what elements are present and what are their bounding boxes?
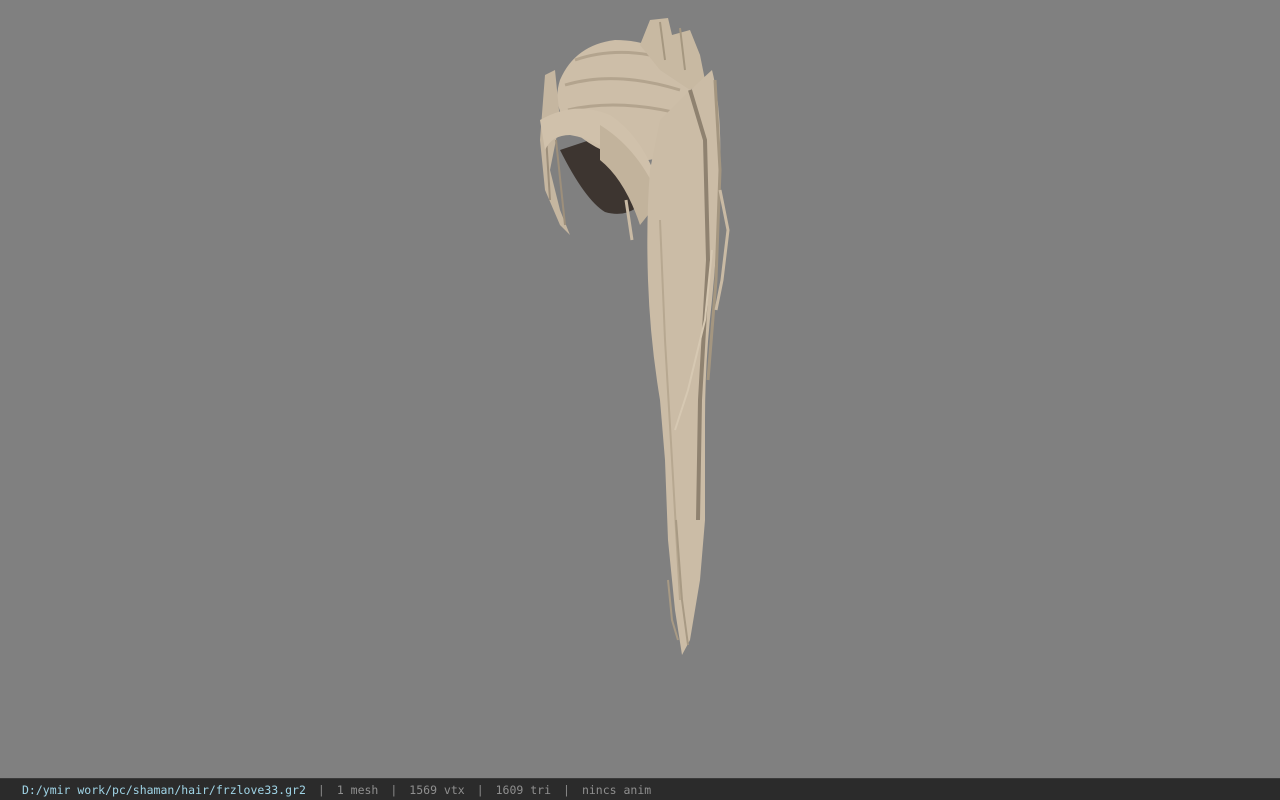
mesh-count: 1 mesh — [336, 782, 379, 797]
separator: | — [476, 782, 484, 797]
file-path: D:/ymir work/pc/shaman/hair/frzlove33.gr… — [22, 782, 306, 797]
separator: | — [563, 782, 570, 797]
status-bar: D:/ymir work/pc/shaman/hair/frzlove33.gr… — [0, 778, 1280, 800]
triangle-count: 1609 tri — [495, 782, 552, 797]
3d-viewport[interactable] — [0, 0, 1280, 778]
vertex-count: 1569 vtx — [409, 782, 465, 797]
hair-model-render[interactable] — [0, 0, 1280, 778]
separator: | — [317, 782, 325, 797]
separator: | — [390, 782, 398, 797]
animation-status: nincs anim — [581, 782, 652, 797]
